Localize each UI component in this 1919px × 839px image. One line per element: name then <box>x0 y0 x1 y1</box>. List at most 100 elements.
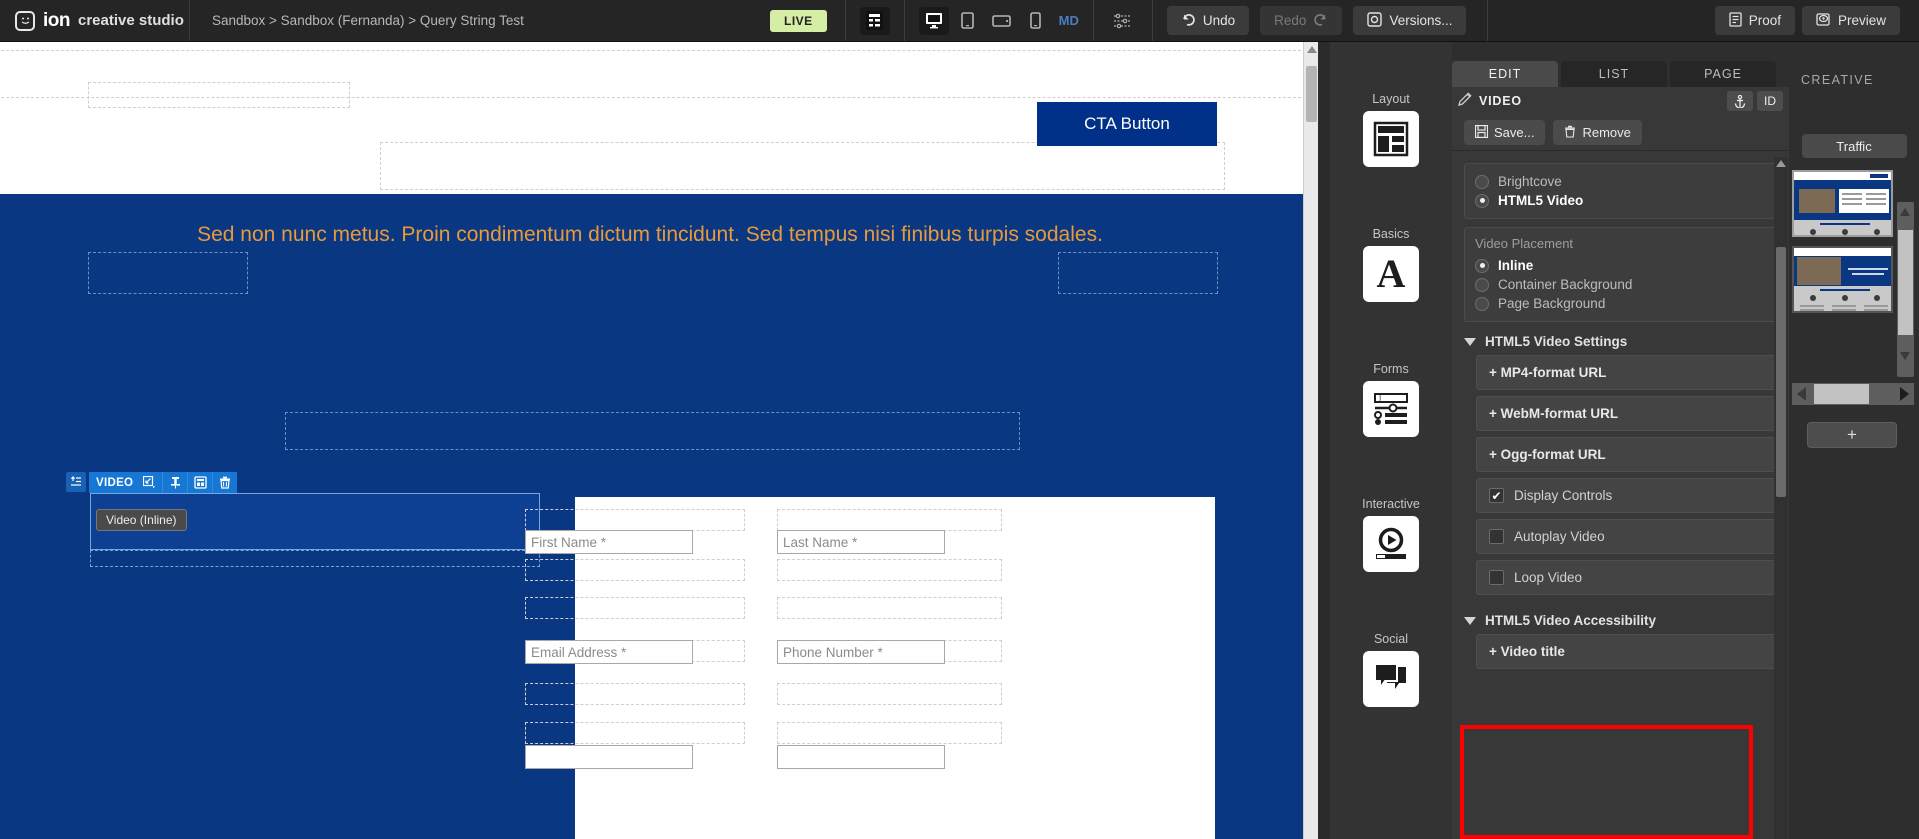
scroll-down-icon[interactable] <box>1900 352 1910 360</box>
desktop-icon[interactable] <box>918 6 949 35</box>
breadcrumb[interactable]: Sandbox > Sandbox (Fernanda) > Query Str… <box>190 0 770 41</box>
display-controls-row[interactable]: ✔ Display Controls <box>1476 478 1777 513</box>
traffic-tab[interactable]: Traffic <box>1801 134 1907 158</box>
undo-button[interactable]: Undo <box>1166 6 1250 35</box>
mobile-icon[interactable] <box>1021 7 1051 35</box>
tool-forms-label: Forms <box>1373 362 1409 376</box>
tablet-landscape-icon[interactable] <box>987 7 1017 35</box>
scrollbar-thumb[interactable] <box>1814 384 1869 404</box>
scrollbar-thumb[interactable] <box>1898 230 1913 335</box>
hero-headline[interactable]: Sed non nunc metus. Proin condimentum di… <box>150 217 1150 253</box>
thumbnail-scrollbar[interactable] <box>1897 202 1914 377</box>
pin-icon[interactable] <box>162 472 187 493</box>
thumbnail-hscrollbar[interactable] <box>1792 383 1914 405</box>
panel-scrollbar[interactable] <box>1774 157 1788 839</box>
scroll-up-icon[interactable] <box>1307 46 1317 53</box>
tool-basics[interactable]: Basics A <box>1330 227 1452 302</box>
radio-indicator <box>1475 258 1489 273</box>
brand-logo[interactable]: ion creative studio <box>0 0 190 41</box>
video-title-row[interactable]: + Video title <box>1476 634 1777 669</box>
id-button[interactable]: ID <box>1757 91 1783 111</box>
thumb-line <box>1864 309 1888 311</box>
page-canvas[interactable]: CTA Button Sed non nunc metus. Proin con… <box>0 42 1318 839</box>
tool-interactive[interactable]: Interactive <box>1330 497 1452 572</box>
tab-page[interactable]: PAGE <box>1670 61 1776 87</box>
layout-grid-icon[interactable] <box>859 6 890 35</box>
radio-page-background-label: Page Background <box>1498 296 1606 311</box>
video-element-handle[interactable] <box>90 550 540 567</box>
anchor-icon[interactable] <box>1727 91 1753 111</box>
thumb-dot <box>1810 229 1816 235</box>
thumb-line <box>1848 268 1888 270</box>
checkbox-indicator <box>1489 529 1504 544</box>
save-button[interactable]: Save... <box>1464 120 1546 145</box>
page-thumbnail[interactable] <box>1792 170 1893 237</box>
scroll-right-icon[interactable] <box>1900 387 1909 401</box>
tool-layout[interactable]: Layout <box>1330 92 1452 167</box>
radio-container-background[interactable]: Container Background <box>1475 275 1766 294</box>
layout-guide <box>380 142 1225 190</box>
tool-social[interactable]: Social <box>1330 632 1452 707</box>
autoplay-video-row[interactable]: Autoplay Video <box>1476 519 1777 554</box>
form-slot-guide <box>525 597 745 619</box>
tool-social-label: Social <box>1373 632 1409 646</box>
email-address-field[interactable]: Email Address * <box>525 640 693 664</box>
loop-video-row[interactable]: Loop Video <box>1476 560 1777 595</box>
move-up-icon[interactable] <box>66 472 86 492</box>
tab-edit[interactable]: EDIT <box>1452 61 1558 87</box>
element-toolbar: VIDEO <box>66 472 238 493</box>
page-thumbnail[interactable] <box>1792 246 1893 313</box>
versions-icon <box>1367 11 1383 30</box>
thumb-line <box>1832 305 1856 307</box>
sliders-icon[interactable] <box>1108 7 1138 35</box>
undo-label: Undo <box>1202 13 1236 28</box>
tool-forms[interactable]: Forms I <box>1330 362 1452 437</box>
redo-button[interactable]: Redo <box>1260 6 1343 35</box>
cta-button[interactable]: CTA Button <box>1037 102 1217 146</box>
radio-page-background[interactable]: Page Background <box>1475 294 1766 313</box>
video-accessibility-header[interactable]: HTML5 Video Accessibility <box>1464 613 1777 628</box>
scroll-up-icon[interactable] <box>1900 208 1910 216</box>
display-controls-label: Display Controls <box>1514 488 1613 503</box>
tool-interactive-label: Interactive <box>1362 497 1420 511</box>
versions-button[interactable]: Versions... <box>1353 6 1467 35</box>
breakpoint-label: MD <box>1058 13 1079 28</box>
thumb-image <box>1799 189 1835 213</box>
radio-html5-video[interactable]: HTML5 Video <box>1475 191 1766 210</box>
thumb-dot <box>1810 295 1816 301</box>
extra-field-right[interactable] <box>777 745 945 769</box>
first-name-field[interactable]: First Name * <box>525 530 693 554</box>
trash-icon[interactable] <box>212 472 237 493</box>
form-slot-guide <box>777 509 1002 531</box>
scroll-up-icon[interactable] <box>1776 160 1786 167</box>
video-settings-header[interactable]: HTML5 Video Settings <box>1464 334 1777 349</box>
add-page-button[interactable]: + <box>1807 422 1897 448</box>
phone-number-field[interactable]: Phone Number * <box>777 640 945 664</box>
last-name-field[interactable]: Last Name * <box>777 530 945 554</box>
resize-icon[interactable] <box>137 472 162 493</box>
radio-brightcove[interactable]: Brightcove <box>1475 172 1766 191</box>
history-toolgroup: Undo Redo Versions... <box>1153 0 1488 41</box>
scroll-left-icon[interactable] <box>1797 387 1806 401</box>
pencil-icon[interactable] <box>1458 91 1472 111</box>
canvas-scrollbar[interactable] <box>1303 42 1318 839</box>
thumbnail-list <box>1792 170 1893 313</box>
tab-list[interactable]: LIST <box>1561 61 1667 87</box>
tablet-portrait-icon[interactable] <box>953 7 983 35</box>
scrollbar-thumb[interactable] <box>1306 66 1317 122</box>
layout-duplicate-icon[interactable] <box>187 472 212 493</box>
redo-label: Redo <box>1274 13 1307 28</box>
tool-basics-label: Basics <box>1372 227 1410 241</box>
radio-inline[interactable]: Inline <box>1475 256 1766 275</box>
proof-button[interactable]: Proof <box>1714 6 1795 35</box>
form-slot-guide <box>525 509 745 531</box>
checkbox-indicator <box>1489 570 1504 585</box>
extra-field-left[interactable] <box>525 745 693 769</box>
preview-button[interactable]: Preview <box>1801 6 1900 35</box>
mp4-url-row[interactable]: + MP4-format URL <box>1476 355 1777 390</box>
tool-layout-label: Layout <box>1372 92 1410 106</box>
webm-url-row[interactable]: + WebM-format URL <box>1476 396 1777 431</box>
ogg-url-row[interactable]: + Ogg-format URL <box>1476 437 1777 472</box>
scrollbar-thumb[interactable] <box>1776 247 1786 497</box>
remove-button[interactable]: Remove <box>1553 120 1642 145</box>
